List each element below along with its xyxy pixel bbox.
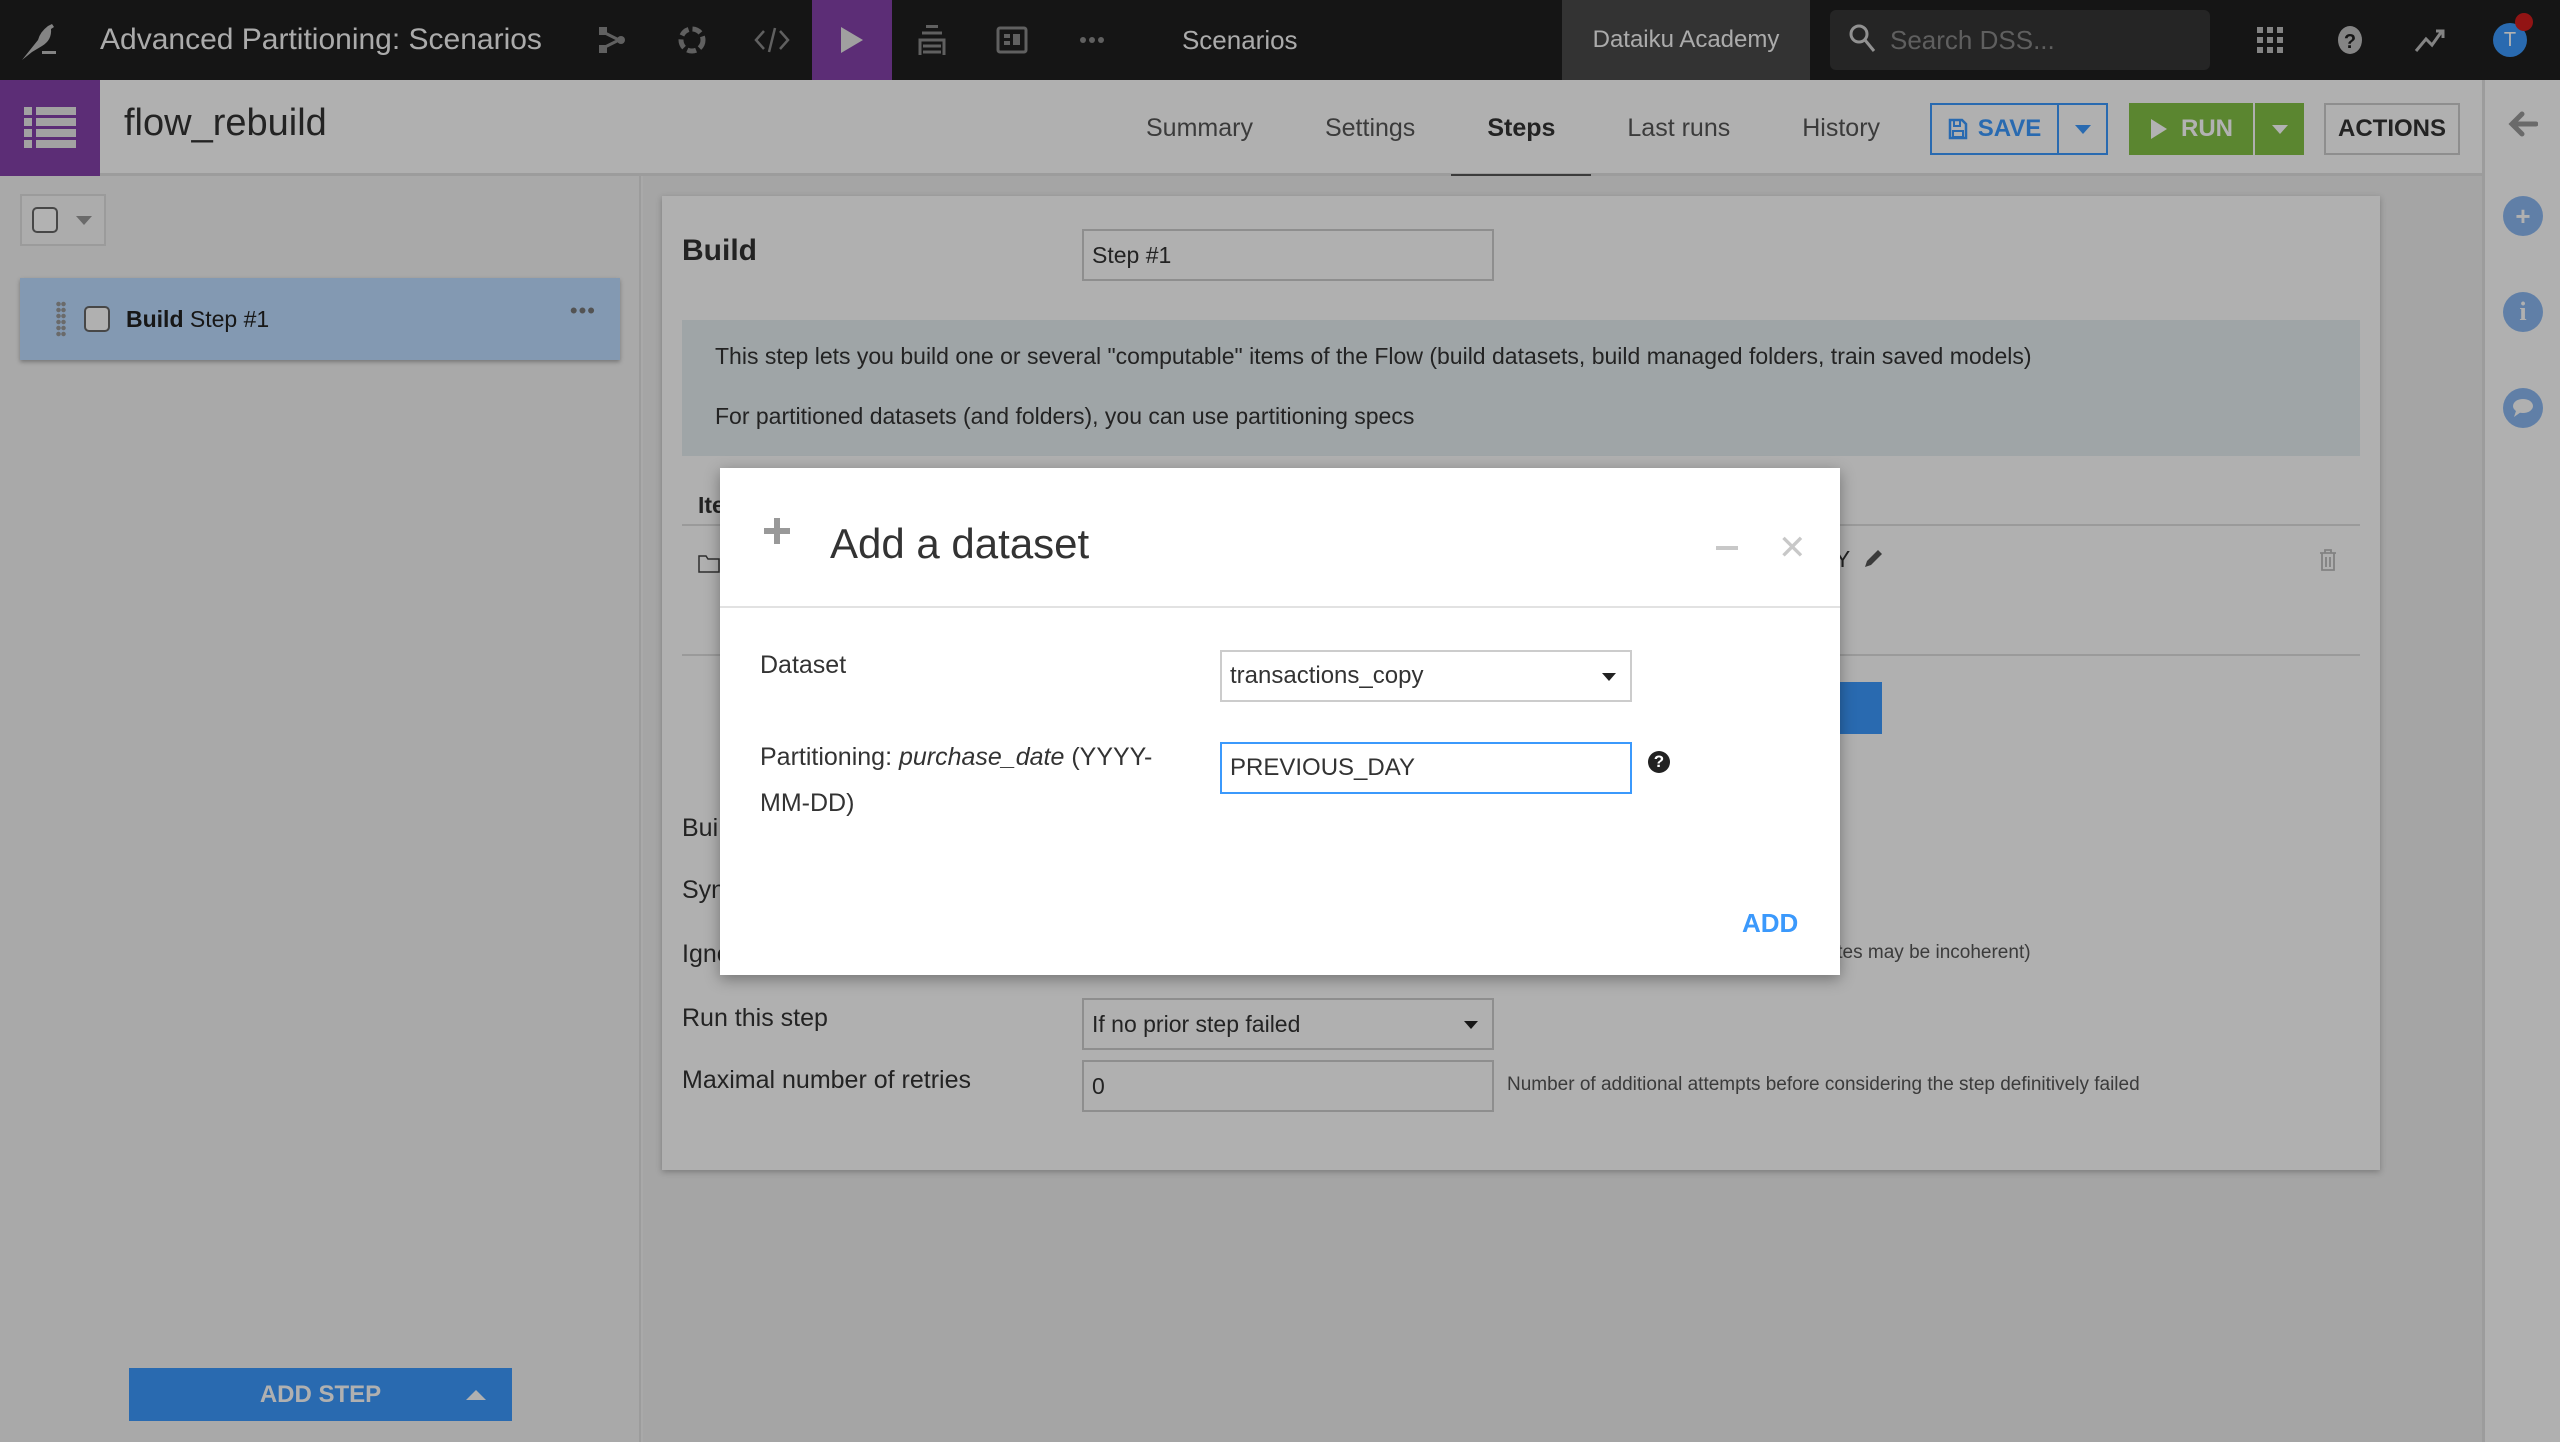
partition-column-name: purchase_date [898,743,1065,771]
close-icon[interactable]: ✕ [1778,528,1807,568]
dataset-select[interactable]: transactions_copy [1220,650,1632,702]
partition-spec-input[interactable] [1220,742,1632,794]
help-question-icon[interactable]: ? [1648,751,1670,773]
minimize-icon[interactable] [1716,546,1738,550]
partitioning-label: Partitioning: purchase_date (YYYY- MM-DD) [760,743,1153,817]
modal-title: Add a dataset [830,520,1090,567]
caret-down-icon [1602,673,1616,681]
dataset-label: Dataset [760,651,847,679]
plus-icon [762,516,792,551]
add-dataset-modal: Add a dataset ✕ Dataset transactions_cop… [720,468,1840,975]
add-button[interactable]: ADD [1742,908,1798,939]
modal-header: Add a dataset ✕ [720,468,1840,608]
